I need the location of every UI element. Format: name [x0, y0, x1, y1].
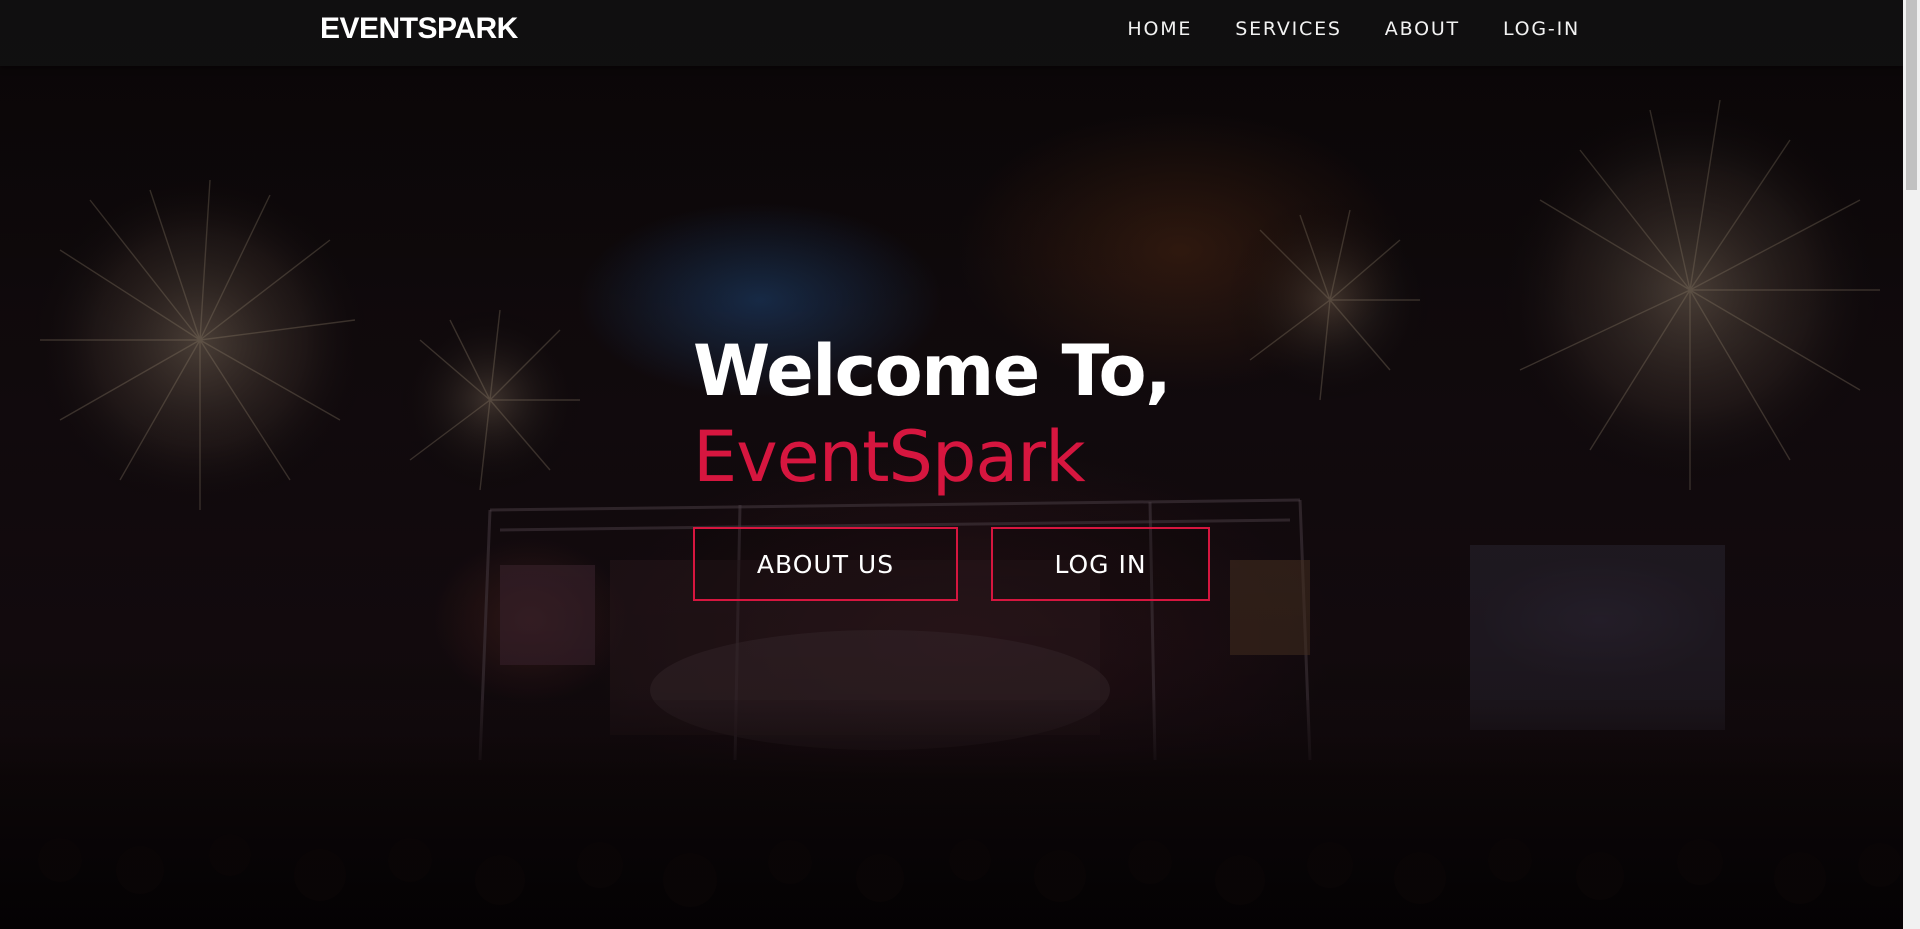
- log-in-button[interactable]: LOG IN: [991, 527, 1210, 601]
- brand-logo[interactable]: EVENTSPARK: [320, 12, 518, 46]
- nav-link-home[interactable]: HOME: [1127, 18, 1192, 40]
- hero-section: Welcome To, EventSpark ABOUT US LOG IN: [693, 328, 1210, 601]
- top-navbar: EVENTSPARK HOME SERVICES ABOUT LOG-IN: [0, 0, 1903, 66]
- landing-page: EVENTSPARK HOME SERVICES ABOUT LOG-IN We…: [0, 0, 1920, 929]
- nav-link-login[interactable]: LOG-IN: [1503, 18, 1580, 40]
- nav-links: HOME SERVICES ABOUT LOG-IN: [1127, 18, 1580, 40]
- page-scrollbar[interactable]: [1903, 0, 1920, 929]
- nav-link-services[interactable]: SERVICES: [1235, 18, 1342, 40]
- hero-buttons: ABOUT US LOG IN: [693, 527, 1210, 601]
- scrollbar-thumb[interactable]: [1906, 0, 1917, 190]
- hero-subtitle: EventSpark: [693, 416, 1086, 498]
- about-us-button[interactable]: ABOUT US: [693, 527, 958, 601]
- hero-title: Welcome To,: [693, 330, 1172, 412]
- nav-link-about[interactable]: ABOUT: [1385, 18, 1460, 40]
